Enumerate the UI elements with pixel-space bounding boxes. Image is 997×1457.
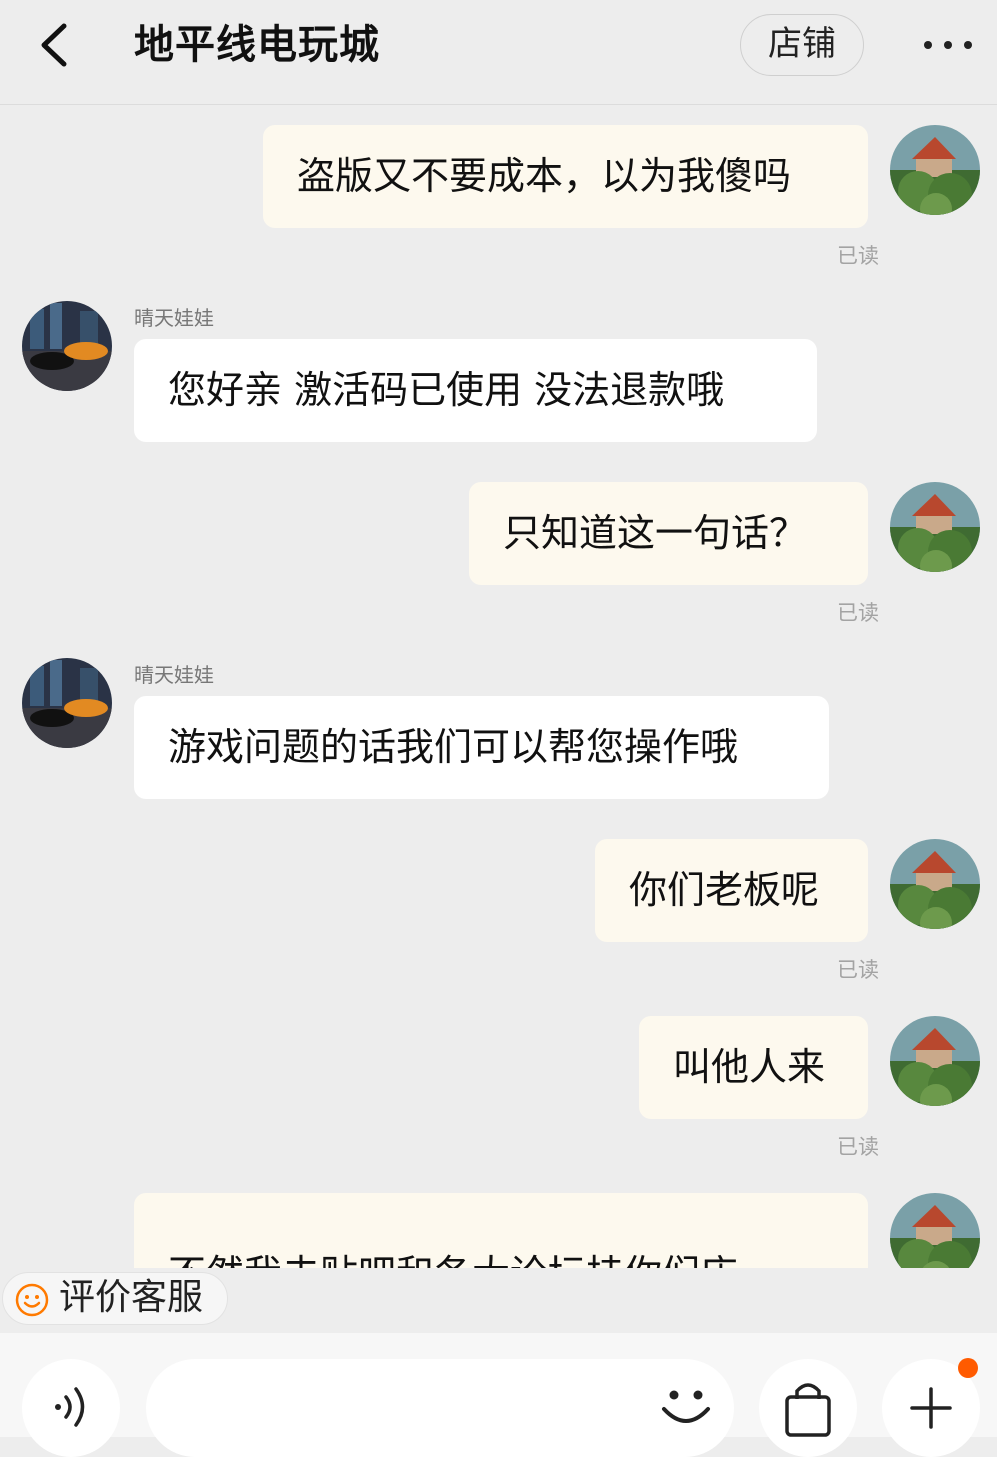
back-button[interactable]	[30, 18, 80, 72]
message-bubble[interactable]: 游戏问题的话我们可以帮您操作哦	[134, 696, 829, 799]
message-row: 叫他人来 已读	[0, 997, 997, 1167]
message-bubble[interactable]: 不然我去贴吧和各大论坛挂你们店，	[134, 1193, 868, 1268]
voice-button[interactable]	[22, 1359, 120, 1457]
read-status: 已读	[837, 244, 879, 268]
more-button[interactable]	[918, 30, 978, 60]
my-avatar[interactable]	[890, 1016, 980, 1106]
message-bubble[interactable]: 叫他人来	[639, 1016, 868, 1119]
message-row: 不然我去贴吧和各大论坛挂你们店，	[0, 1174, 997, 1268]
chat-header: 地平线电玩城 店铺	[0, 0, 997, 105]
message-row: 只知道这一句话？ 已读	[0, 463, 997, 633]
my-avatar[interactable]	[890, 125, 980, 215]
message-bubble[interactable]: 你们老板呢	[595, 839, 868, 942]
sender-name: 晴天娃娃	[134, 306, 214, 330]
my-avatar[interactable]	[890, 482, 980, 572]
agent-avatar[interactable]	[22, 658, 112, 748]
more-dots-icon	[924, 41, 972, 49]
read-status: 已读	[837, 958, 879, 982]
emoji-icon	[662, 1390, 710, 1423]
message-list[interactable]: 盗版又不要成本，以为我傻吗 已读 晴天娃娃 您好亲 激活码已使用 没法退款哦 只…	[0, 106, 997, 1268]
shopping-bag-icon	[785, 1383, 831, 1437]
back-arrow-icon	[41, 23, 67, 67]
read-status: 已读	[837, 1135, 879, 1159]
voice-icon	[55, 1387, 85, 1427]
message-row: 你们老板呢 已读	[0, 820, 997, 990]
rate-service-button[interactable]: 评价客服	[2, 1272, 228, 1325]
notification-dot	[958, 1358, 978, 1378]
smile-icon	[15, 1283, 49, 1317]
emoji-button[interactable]	[656, 1381, 716, 1441]
shop-button[interactable]: 店铺	[740, 14, 864, 76]
shop-bag-button[interactable]	[759, 1359, 857, 1457]
message-input[interactable]	[146, 1359, 734, 1457]
message-row: 晴天娃娃 您好亲 激活码已使用 没法退款哦	[0, 296, 997, 456]
agent-avatar[interactable]	[22, 301, 112, 391]
message-row: 盗版又不要成本，以为我傻吗 已读	[0, 106, 997, 276]
message-bubble[interactable]: 您好亲 激活码已使用 没法退款哦	[134, 339, 817, 442]
message-bubble[interactable]: 只知道这一句话？	[469, 482, 868, 585]
my-avatar[interactable]	[890, 1193, 980, 1268]
sender-name: 晴天娃娃	[134, 663, 214, 687]
message-row: 晴天娃娃 游戏问题的话我们可以帮您操作哦	[0, 653, 997, 813]
my-avatar[interactable]	[890, 839, 980, 929]
input-bar	[0, 1333, 997, 1457]
rate-service-label: 评价客服	[59, 1277, 204, 1318]
message-bubble[interactable]: 盗版又不要成本，以为我傻吗	[263, 125, 868, 228]
read-status: 已读	[837, 601, 879, 625]
page-title: 地平线电玩城	[134, 22, 380, 68]
